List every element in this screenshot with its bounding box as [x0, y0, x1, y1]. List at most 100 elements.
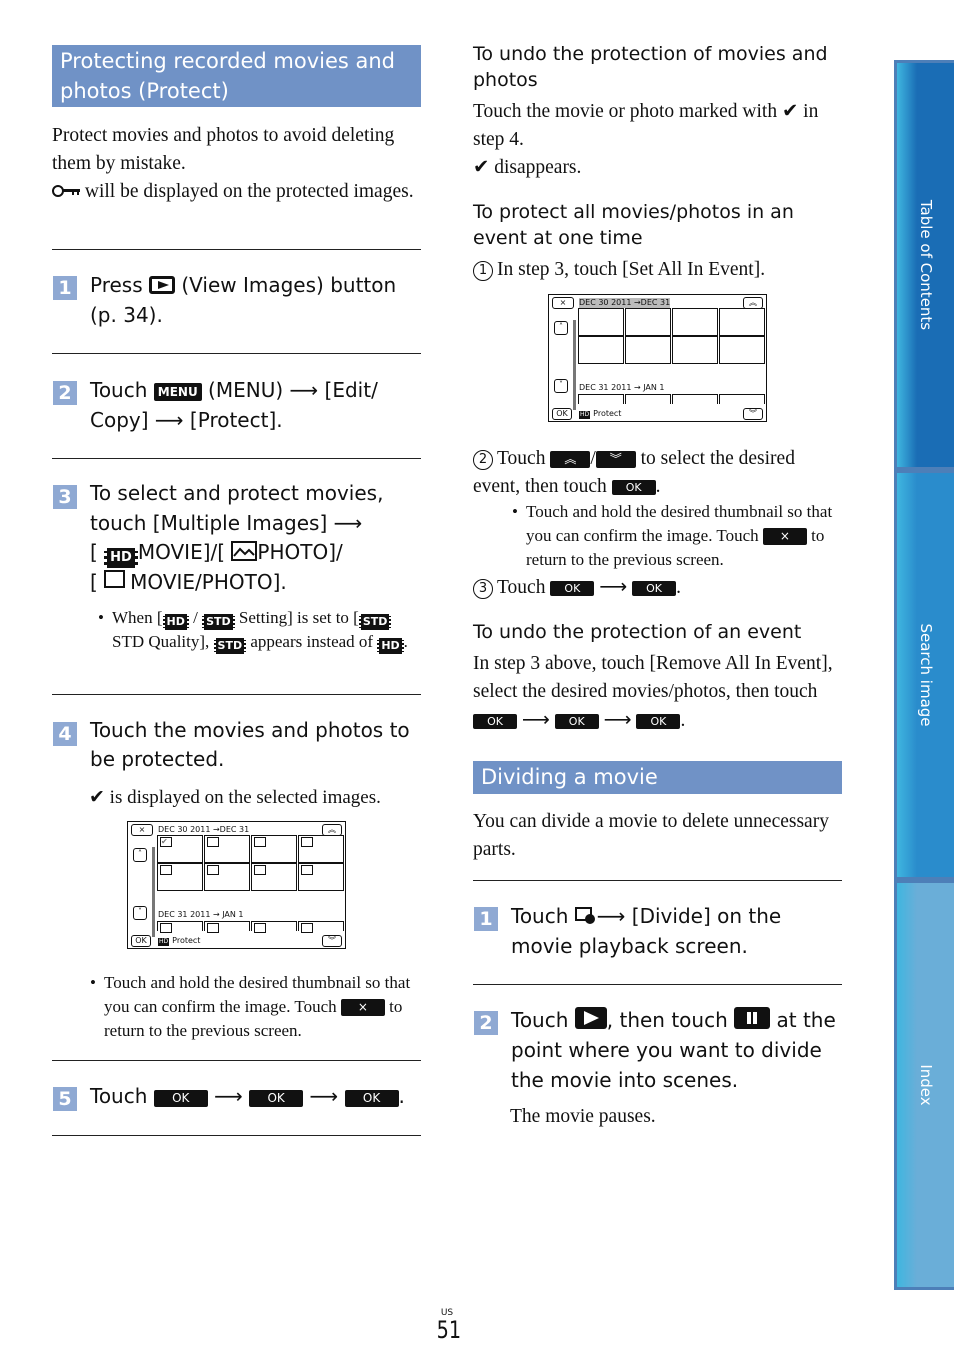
thumbnail[interactable] [625, 308, 671, 336]
thumbnail[interactable] [298, 863, 344, 891]
close-button[interactable]: × [131, 824, 153, 836]
step-number: 1 [53, 276, 77, 300]
thumbnail[interactable] [719, 336, 765, 364]
ok-icon: OK [636, 714, 681, 729]
checkbox[interactable] [301, 923, 313, 933]
thumbnail[interactable] [204, 863, 250, 891]
nav-tab-search-image[interactable]: Search image [894, 470, 954, 880]
std-icon: STD [358, 614, 392, 630]
scroll-down-button[interactable]: ˅ [133, 906, 147, 920]
thumbnail[interactable] [157, 863, 203, 891]
arrow-icon: ⟶ [333, 510, 363, 535]
thumbnail[interactable] [204, 921, 250, 933]
step-number: 4 [53, 722, 77, 746]
step-number: 5 [53, 1087, 77, 1111]
scrollbar[interactable] [152, 847, 155, 937]
photo-icon [231, 541, 258, 561]
protect-event-title: To protect all movies/photos in an event… [473, 201, 794, 249]
thumbnail[interactable] [298, 921, 344, 933]
checkbox[interactable] [160, 923, 172, 933]
bullet-event-hold: • Touch and hold the desired thumbnail so… [512, 502, 833, 569]
step-4: 4 Touch the movies and photos to be prot… [53, 716, 423, 816]
edit-icon [574, 906, 597, 924]
close-button[interactable]: × [552, 297, 574, 309]
thumbnail[interactable]: ✔ [157, 835, 203, 863]
hd-icon: HD [377, 638, 404, 654]
ok-icon: OK [249, 1090, 304, 1107]
movie-photo-icon [104, 570, 130, 592]
undo-protection-text: Touch the movie or photo marked with ✔ i… [473, 101, 819, 178]
ok-button[interactable]: OK [131, 935, 151, 947]
checkbox[interactable] [207, 865, 219, 875]
thumbnail[interactable] [719, 308, 765, 336]
std-icon: STD [213, 638, 247, 654]
checkbox[interactable] [207, 837, 219, 847]
thumbnail[interactable] [719, 394, 765, 404]
footer-label: HD Protect [158, 936, 201, 946]
thumbnail[interactable] [672, 394, 718, 404]
arrow-icon: ⟶ [289, 378, 319, 402]
thumbnail[interactable] [251, 835, 297, 863]
step-1: 1 Press (View Images) button (p. 34). [53, 270, 423, 332]
check-icon: ✔ [89, 787, 105, 808]
section-title-divide: Dividing a movie [473, 761, 842, 794]
thumbnail[interactable] [578, 308, 624, 336]
checkbox[interactable] [301, 837, 313, 847]
thumbnail[interactable] [672, 336, 718, 364]
undo-protection-title: To undo the protection of movies and pho… [473, 43, 828, 91]
thumbnail[interactable] [672, 308, 718, 336]
scroll-down-button[interactable]: ˅ [554, 379, 568, 393]
thumbnail[interactable] [204, 835, 250, 863]
scroll-up-button[interactable]: ˄ [133, 848, 147, 862]
thumbnail[interactable] [578, 336, 624, 364]
scroll-up-button[interactable]: ˄ [554, 321, 568, 335]
event-step-1: 1 In step 3, touch [Set All In Event]. [473, 256, 843, 284]
step-text: To select and protect movies, touch [Mul… [90, 481, 384, 594]
checkbox[interactable] [207, 923, 219, 933]
step-number: 2 [53, 381, 77, 405]
checkbox[interactable] [254, 837, 266, 847]
ok-button[interactable]: OK [552, 408, 572, 420]
nav-tab-index[interactable]: Index [894, 880, 954, 1290]
checkbox[interactable] [301, 865, 313, 875]
checkbox[interactable] [160, 865, 172, 875]
thumbnail[interactable] [298, 835, 344, 863]
step-number: 1 [474, 907, 498, 931]
thumbnail[interactable] [157, 921, 203, 933]
checkbox[interactable]: ✔ [160, 837, 172, 847]
pause-icon [734, 1007, 771, 1029]
step-text: Touch ⟶ [Divide] on the movie playback s… [511, 904, 782, 958]
ok-icon: OK [611, 480, 656, 495]
divide-step-2: 2 Touch , then touch at the point where … [474, 1005, 844, 1135]
event-date-1: DEC 30 2011 →DEC 31 [158, 825, 250, 834]
page-down-button[interactable]: ︾ [743, 408, 763, 420]
divider [473, 880, 842, 881]
event-date-2: DEC 31 2011 → JAN 1 [579, 383, 665, 392]
step-text: Touch MENU (MENU) ⟶ [Edit/ Copy] ⟶ [Prot… [90, 378, 378, 432]
checkbox[interactable] [254, 923, 266, 933]
thumbnail[interactable] [625, 394, 671, 404]
thumbnail[interactable] [625, 336, 671, 364]
thumbnail[interactable] [251, 863, 297, 891]
nav-tab-table-of-contents[interactable]: Table of Contents [894, 60, 954, 470]
check-icon: ✔ [473, 157, 490, 178]
scrollbar[interactable] [573, 320, 576, 410]
event-date-2: DEC 31 2011 → JAN 1 [158, 910, 244, 919]
step-text: Press (View Images) button (p. 34). [90, 273, 397, 327]
play-icon [574, 1007, 607, 1029]
page-number: US 51 [434, 1308, 462, 1344]
thumbnail[interactable] [578, 394, 624, 404]
thumbnail[interactable] [251, 921, 297, 933]
step-text: Touch , then touch at the point where yo… [511, 1007, 836, 1092]
undo-event-title: To undo the protection of an event [473, 621, 802, 643]
checkbox[interactable] [254, 865, 266, 875]
hd-icon: HD [162, 614, 189, 630]
event-date-1-highlighted: DEC 30 2011 →DEC 31 [579, 298, 671, 308]
camera-screen-event: × DEC 30 2011 →DEC 31 ︽ ˄ ˅ DEC 31 2011 … [548, 294, 767, 422]
event-step-2: 2 Touch ︽ / ︾ to select the desired event, … [473, 448, 795, 497]
page-down-button[interactable]: ︾ [322, 935, 342, 947]
camera-screen-multiple: × DEC 30 2011 →DEC 31 ︽ ˄ ˅ ✔ DEC 31 201… [127, 821, 346, 949]
ok-icon: OK [632, 581, 677, 596]
section-title-protect: Protecting recorded movies and photos (P… [52, 45, 421, 107]
page-number-value: 51 [436, 1316, 462, 1344]
